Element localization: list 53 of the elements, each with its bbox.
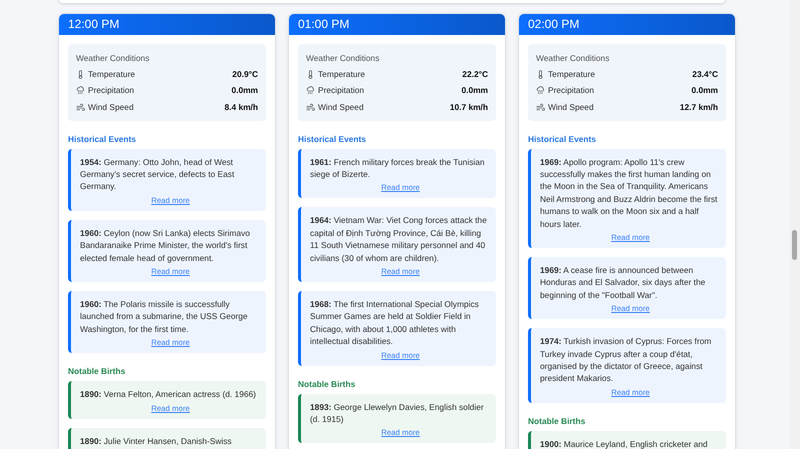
cloud-rain-icon xyxy=(536,86,545,96)
entry-text: 1960: The Polaris missile is successfully launched from a submarine, the USS George Washington, for the first time. xyxy=(80,298,249,336)
weather-value: 23.4°C xyxy=(692,68,718,81)
entry-text: 1954: Germany: Otto John, head of West Germany's secret service, defects to East Germany. xyxy=(80,156,236,193)
scrollbar-thumb[interactable] xyxy=(792,230,797,260)
weather-value: 0.0mm xyxy=(691,84,718,98)
weather-value: 12.7 km/h xyxy=(680,100,718,114)
thermometer-icon xyxy=(536,70,545,79)
weather-title: Weather Conditions xyxy=(306,52,380,64)
wind-icon xyxy=(536,102,545,112)
weather-value: 22.2°C xyxy=(462,68,488,81)
entry-text: 1890: Julie Vinter Hansen, Danish-Swiss xyxy=(80,434,233,447)
entry-text: 1893: George Llewelyn Davies, English soldier (d. 1915) xyxy=(310,400,485,426)
weather-label: Temperature xyxy=(318,68,366,81)
section-title: Historical Events xyxy=(528,132,597,144)
cloud-rain-icon xyxy=(306,86,315,96)
thermometer-icon xyxy=(306,70,315,79)
section-title: Notable Births xyxy=(68,365,126,378)
weather-title: Weather Conditions xyxy=(536,52,610,64)
section-title: Historical Events xyxy=(68,132,137,144)
entry-text: 1964: Vietnam War: Viet Cong forces attack the capital of Định Tường Province, Cái Bè, killing 11 South Vietnamese military personnel and 40 civilians (30 of whom are children). xyxy=(310,214,488,264)
weather-value: 0.0mm xyxy=(231,84,258,98)
weather-value: 0.0mm xyxy=(461,84,488,98)
hour-header: 01:00 PM xyxy=(289,14,505,35)
weather-label: Temperature xyxy=(88,68,136,81)
hour-header: 02:00 PM xyxy=(519,14,735,35)
entry-text: 1961: French military forces break the Tunisian siege of Bizerte. xyxy=(310,156,486,180)
thermometer-icon xyxy=(76,70,85,79)
entry-text: 1890: Verna Felton, American actress (d. 1966) xyxy=(80,388,257,401)
section-title: Notable Births xyxy=(528,414,586,427)
entry-text: 1974: Turkish invasion of Cyprus: Forces from Turkey invade Cyprus after a coup d'état, organised by the dictator of Greece, against president Makarios. xyxy=(540,335,712,385)
entry-text: 1968: The first International Special Olympics Summer Games are held at Soldier Field in Chicago, with about 1,000 athletes with intellectual disabilities. xyxy=(310,298,480,348)
cloud-rain-icon xyxy=(76,86,85,96)
entry-text: 1900: Maurice Leyland, English cricketer and xyxy=(540,438,709,449)
wind-icon xyxy=(306,102,315,112)
weather-title: Weather Conditions xyxy=(76,52,150,64)
weather-label: Precipitation xyxy=(318,84,364,98)
entry-text: 1969: A cease fire is announced between Honduras and El Salvador, six days after the beginning of the "Football War". xyxy=(540,264,706,302)
weather-label: Wind Speed xyxy=(318,100,364,114)
weather-label: Wind Speed xyxy=(548,100,594,114)
weather-label: Wind Speed xyxy=(88,100,134,114)
weather-value: 8.4 km/h xyxy=(224,100,258,114)
weather-label: Temperature xyxy=(548,68,596,81)
weather-value: 10.7 km/h xyxy=(450,100,488,114)
entry-text: 1960: Ceylon (now Sri Lanka) elects Sirimavo Bandaranaike Prime Minister, the world's first elected female head of government. xyxy=(80,226,251,264)
section-title: Notable Births xyxy=(298,378,356,390)
hour-header: 12:00 PM xyxy=(59,14,275,35)
weather-label: Precipitation xyxy=(88,84,134,98)
weather-label: Precipitation xyxy=(548,84,594,98)
wind-icon xyxy=(76,102,85,112)
section-title: Historical Events xyxy=(298,132,367,144)
weather-value: 20.9°C xyxy=(232,68,258,81)
entry-text: 1969: Apollo program: Apollo 11's crew successfully makes the first human landing on the Moon in the Sea of Tranquility. Americans Neil Armstrong and Buzz Aldrin become the first humans to walk on the Moon six and a half hours later. xyxy=(540,156,718,230)
